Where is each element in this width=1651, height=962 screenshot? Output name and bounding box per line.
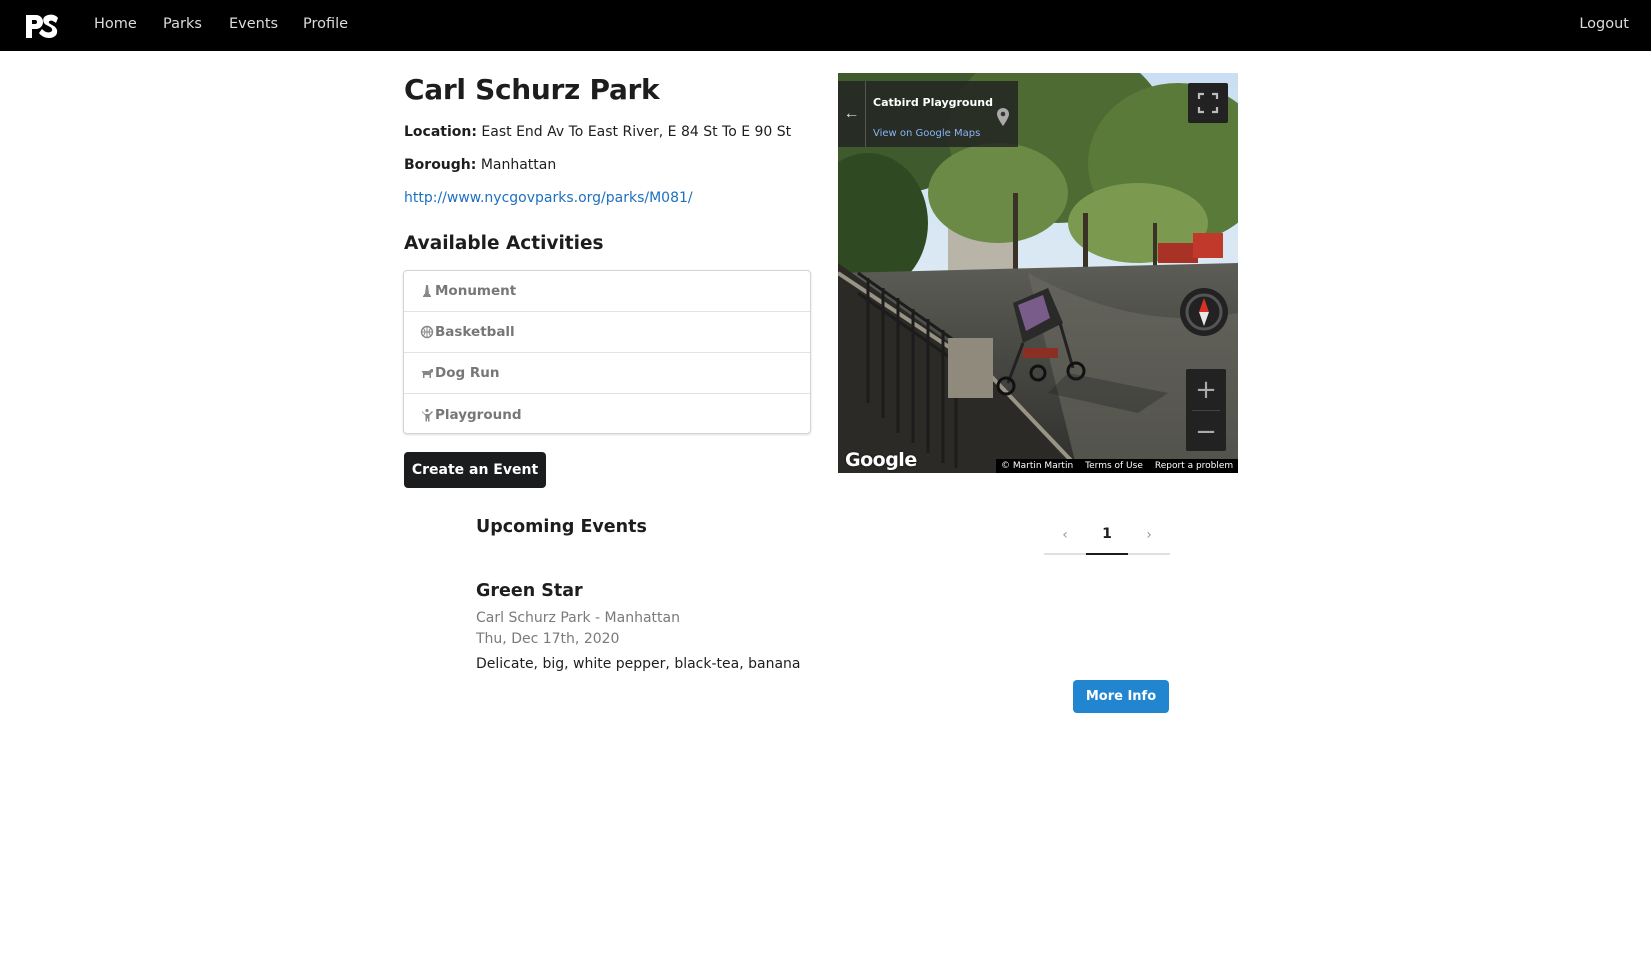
park-website-link[interactable]: http://www.nycgovparks.org/parks/M081/ <box>404 190 693 206</box>
street-view-info-card: ← Catbird Playground View on Google Maps <box>838 81 1018 147</box>
image-copyright: © Martin Martin <box>1001 461 1074 471</box>
child-icon <box>420 408 434 422</box>
pagination-next-button[interactable]: › <box>1128 515 1170 555</box>
ps-logo-icon <box>26 14 58 38</box>
street-view-place-name: Catbird Playground <box>873 96 994 109</box>
nav-profile[interactable]: Profile <box>303 0 348 51</box>
street-view-footer: © Martin Martin Terms of Use Report a pr… <box>996 459 1238 473</box>
pagination-page-1[interactable]: 1 <box>1086 515 1128 555</box>
street-view-panel[interactable]: ← Catbird Playground View on Google Maps… <box>838 73 1238 473</box>
report-problem-link[interactable]: Report a problem <box>1155 461 1233 471</box>
compass-control[interactable] <box>1180 288 1228 336</box>
create-event-button[interactable]: Create an Event <box>404 452 546 488</box>
nav-logout[interactable]: Logout <box>1579 0 1629 51</box>
park-location: Location: East End Av To East River, E 8… <box>404 124 791 140</box>
fullscreen-icon <box>1197 92 1219 114</box>
ps-logo[interactable] <box>22 10 60 42</box>
activity-item-dog-run[interactable]: Dog Run <box>404 353 810 394</box>
nav-parks[interactable]: Parks <box>163 0 202 51</box>
more-info-button[interactable]: More Info <box>1073 680 1169 713</box>
view-on-google-maps-link[interactable]: View on Google Maps <box>873 128 980 139</box>
activity-item-playground[interactable]: Playground <box>404 394 810 435</box>
upcoming-events-title: Upcoming Events <box>476 517 647 537</box>
borough-value: Manhattan <box>480 157 557 173</box>
activity-label: Dog Run <box>435 365 500 381</box>
park-borough: Borough: Manhattan <box>404 157 556 173</box>
google-logo: Google <box>845 449 917 471</box>
activities-title: Available Activities <box>404 233 604 254</box>
top-navbar: Home Parks Events Profile Logout <box>0 0 1651 51</box>
back-arrow-icon[interactable]: ← <box>838 81 866 147</box>
basketball-icon <box>420 325 434 339</box>
activity-label: Playground <box>435 406 522 423</box>
nav-home[interactable]: Home <box>94 0 137 51</box>
activity-item-monument[interactable]: Monument <box>404 271 810 312</box>
fullscreen-button[interactable] <box>1188 83 1228 123</box>
activity-label: Basketball <box>435 324 515 340</box>
compass-icon <box>1185 293 1223 331</box>
map-pin-icon[interactable] <box>996 108 1010 126</box>
pagination-prev-button[interactable]: ‹ <box>1044 515 1086 555</box>
activity-item-basketball[interactable]: Basketball <box>404 312 810 353</box>
dog-icon <box>420 366 434 380</box>
event-location: Carl Schurz Park - Manhattan <box>476 610 680 626</box>
location-label: Location: <box>404 124 477 140</box>
monument-icon <box>420 284 434 298</box>
nav-events[interactable]: Events <box>229 0 278 51</box>
activity-label: Monument <box>435 283 517 299</box>
event-date: Thu, Dec 17th, 2020 <box>476 631 620 647</box>
borough-label: Borough: <box>404 157 477 173</box>
park-title: Carl Schurz Park <box>404 73 660 106</box>
terms-of-use-link[interactable]: Terms of Use <box>1085 461 1143 471</box>
location-value: East End Av To East River, E 84 St To E … <box>481 124 792 140</box>
zoom-out-button[interactable]: − <box>1186 411 1226 452</box>
activities-list: Monument Basketball Dog Run Playground <box>403 270 811 434</box>
zoom-in-button[interactable]: + <box>1186 369 1226 410</box>
event-description: Delicate, big, white pepper, black-tea, … <box>476 656 801 672</box>
zoom-controls: + − <box>1186 369 1226 451</box>
event-title: Green Star <box>476 581 583 601</box>
events-pagination: ‹ 1 › <box>1044 515 1170 555</box>
